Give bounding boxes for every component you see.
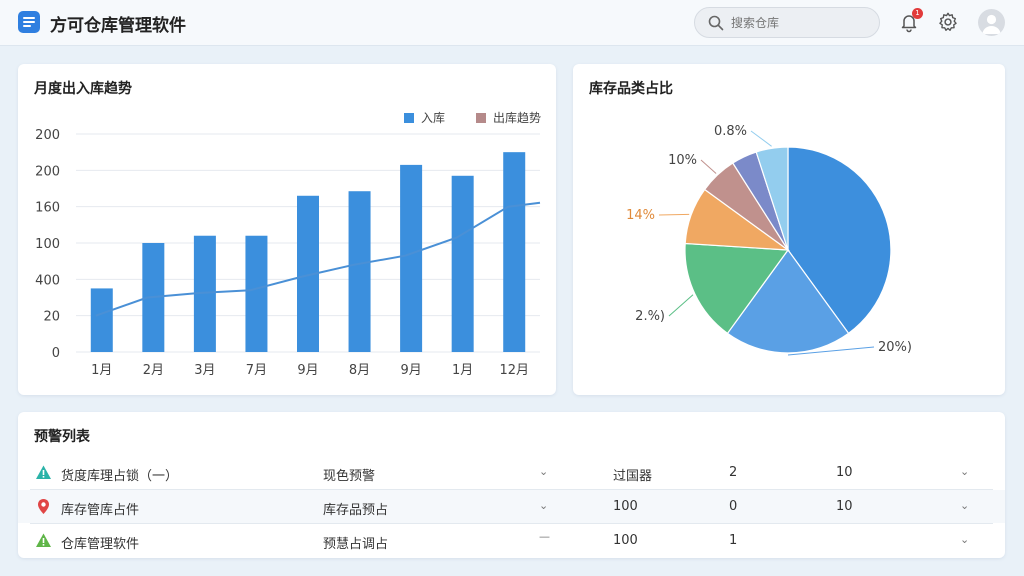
alert-type: 库存品预占 <box>323 503 389 518</box>
x-tick-label: 12月 <box>499 363 529 378</box>
pie-slice-label: 2.%) <box>635 309 665 324</box>
notification-badge: 1 <box>912 8 923 19</box>
alert-value-1: 1 <box>729 533 738 548</box>
x-tick-label: 1月 <box>91 363 112 378</box>
pie-leader-line <box>700 159 717 174</box>
user-avatar-icon <box>982 14 1001 34</box>
alert-value-2: 10 <box>836 465 853 480</box>
y-tick-label: 100 <box>35 237 60 252</box>
alert-row[interactable]: 库存管库占件 库存品预占 ⌄ 100 0 10 ⌄ <box>18 490 1005 523</box>
alert-list-card: 预警列表 货度库理占锁（一） 现色预警 ⌄ 过国器 2 10 ⌄ 库存管库占件 … <box>18 412 1005 558</box>
category-share-card: 库存品类占比 20%) 2.%) 14% 10% 0.8% <box>573 64 1005 395</box>
pie-leader-line <box>750 130 772 147</box>
search-box[interactable] <box>694 7 880 38</box>
app-logo-icon[interactable] <box>18 11 40 33</box>
gear-icon[interactable] <box>937 11 959 33</box>
warning-triangle-teal-icon <box>36 465 51 479</box>
alert-value-1: 0 <box>729 499 738 514</box>
dash-icon: — <box>539 530 550 543</box>
x-tick-label: 9月 <box>400 363 421 378</box>
bar <box>400 164 423 352</box>
y-tick-label: 400 <box>35 273 60 288</box>
search-icon <box>708 15 724 31</box>
category-pie-chart: 20%) 2.%) 14% 10% 0.8% <box>626 124 912 356</box>
y-tick-label: 200 <box>35 128 60 143</box>
x-tick-label: 9月 <box>297 363 318 378</box>
pie-leader-line <box>668 294 694 317</box>
search-input[interactable] <box>731 14 871 32</box>
monthly-trend-card: 月度出入库趋势 入库 出库趋势 200 200 160 100 400 20 0 1月 2月 3月… <box>18 64 556 395</box>
alert-value-1: 2 <box>729 465 738 480</box>
bar <box>245 235 268 352</box>
user-avatar[interactable] <box>978 9 1005 36</box>
chevron-down-icon[interactable]: ⌄ <box>539 465 548 478</box>
chevron-down-icon[interactable]: ⌄ <box>960 499 969 512</box>
alert-item-name: 货度库理占锁（一） <box>61 469 179 484</box>
bar <box>451 175 474 352</box>
alert-count: 100 <box>613 499 638 514</box>
alert-item-name: 仓库管理软件 <box>61 537 140 552</box>
app-title: 方可仓库管理软件 <box>50 16 186 36</box>
y-tick-label: 160 <box>35 201 60 216</box>
alert-type: 预慧占调占 <box>323 537 389 552</box>
x-tick-label: 8月 <box>349 363 370 378</box>
pie-slice-label: 14% <box>626 208 655 223</box>
y-tick-label: 20 <box>43 310 60 325</box>
y-tick-label: 0 <box>52 346 60 361</box>
location-pin-red-icon <box>38 499 49 514</box>
chevron-down-icon[interactable]: ⌄ <box>960 465 969 478</box>
bar <box>90 288 113 352</box>
top-bar: 方可仓库管理软件 1 <box>0 0 1024 46</box>
chevron-down-icon[interactable]: ⌄ <box>960 533 969 546</box>
y-tick-label: 200 <box>35 164 60 179</box>
x-tick-label: 3月 <box>194 363 215 378</box>
alert-card-title: 预警列表 <box>34 429 90 445</box>
pie-slice-label: 0.8% <box>714 124 747 139</box>
pie-slice-label: 20%) <box>878 340 912 355</box>
warning-triangle-green-icon <box>36 533 51 547</box>
alert-value-2: 10 <box>836 499 853 514</box>
pie-leader-line <box>658 213 690 216</box>
alert-count: 100 <box>613 533 638 548</box>
bar <box>348 191 371 352</box>
alert-row[interactable]: 仓库管理软件 预慧占调占 — 100 1 ⌄ <box>18 524 1005 557</box>
chevron-down-icon[interactable]: ⌄ <box>539 499 548 512</box>
alert-item-name: 库存管库占件 <box>61 503 140 518</box>
alert-row[interactable]: 货度库理占锁（一） 现色预警 ⌄ 过国器 2 10 ⌄ <box>18 456 1005 489</box>
x-tick-label: 7月 <box>246 363 267 378</box>
x-tick-label: 2月 <box>143 363 164 378</box>
bar <box>503 152 526 352</box>
trend-chart: 2002001601004002001月 2月 3月 7月 9月 8月 9月 1月 12月 <box>35 128 541 378</box>
x-tick-label: 1月 <box>452 363 473 378</box>
alert-type: 现色预警 <box>323 469 376 484</box>
pie-slice-label: 10% <box>668 153 697 168</box>
alert-count: 过国器 <box>613 469 653 484</box>
